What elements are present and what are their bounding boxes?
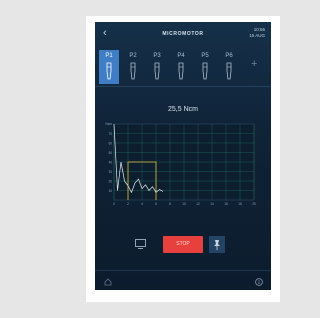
tab-p6[interactable]: P6 (219, 50, 239, 84)
x-tick-label: 10 (182, 202, 186, 206)
header-bar: ‹ MICROMOTOR 10:56 15 AUG (95, 22, 271, 48)
instrument-icon (202, 62, 208, 80)
x-tick-label: 6 (155, 202, 157, 206)
torque-chart: 10 20 30 40 50 60 70 0 2 4 6 8 10 12 14 16 18 20 Ncm (105, 122, 256, 206)
tab-p4[interactable]: P4 (171, 50, 191, 84)
x-tick-label: 8 (169, 202, 171, 206)
y-tick-label: 40 (108, 160, 112, 164)
instrument-icon (226, 62, 232, 80)
program-tabs: P1 P2 P3 P4 P5 P6 + (99, 50, 267, 84)
clock: 10:56 15 AUG (249, 27, 265, 39)
pin-button[interactable] (209, 236, 225, 253)
divider (95, 86, 271, 87)
tab-label: P2 (129, 53, 137, 59)
tab-p3[interactable]: P3 (147, 50, 167, 84)
x-tick-label: 14 (210, 202, 214, 206)
y-tick-label: 50 (108, 151, 112, 155)
instrument-icon (154, 62, 160, 80)
torque-readout: 25,5 Ncm (168, 106, 198, 113)
y-tick-label: 30 (108, 170, 112, 174)
footer-divider (95, 270, 271, 271)
x-tick-label: 18 (238, 202, 242, 206)
stop-button[interactable]: STOP (163, 236, 203, 253)
device-screen: ‹ MICROMOTOR 10:56 15 AUG P1 P2 P3 P4 P5 (95, 22, 271, 290)
add-program-button[interactable]: + (251, 58, 257, 70)
y-tick-label: 60 (108, 141, 112, 145)
control-bar: STOP (95, 236, 271, 256)
tab-label: P5 (201, 53, 209, 59)
y-axis-label: Ncm (105, 122, 112, 126)
x-tick-label: 20 (252, 202, 256, 206)
tab-label: P4 (177, 53, 185, 59)
tab-p5[interactable]: P5 (195, 50, 215, 84)
pin-icon (214, 240, 220, 250)
tab-label: P6 (225, 53, 233, 59)
clock-date: 15 AUG (249, 33, 265, 38)
home-icon[interactable] (104, 278, 112, 286)
tab-label: P1 (105, 53, 113, 59)
y-tick-label: 20 (108, 179, 112, 183)
tab-p2[interactable]: P2 (123, 50, 143, 84)
x-tick-label: 16 (224, 202, 228, 206)
tab-p1[interactable]: P1 (99, 50, 119, 84)
x-tick-label: 0 (113, 202, 115, 206)
page-title: MICROMOTOR (162, 31, 204, 37)
y-tick-label: 70 (108, 132, 112, 136)
x-tick-label: 12 (196, 202, 200, 206)
info-icon[interactable] (255, 278, 263, 286)
instrument-icon (130, 62, 136, 80)
monitor-icon[interactable] (135, 239, 146, 249)
x-tick-label: 4 (141, 202, 143, 206)
x-tick-label: 2 (127, 202, 129, 206)
instrument-icon (106, 62, 112, 80)
tab-label: P3 (153, 53, 161, 59)
y-tick-label: 10 (108, 189, 112, 193)
instrument-icon (178, 62, 184, 80)
